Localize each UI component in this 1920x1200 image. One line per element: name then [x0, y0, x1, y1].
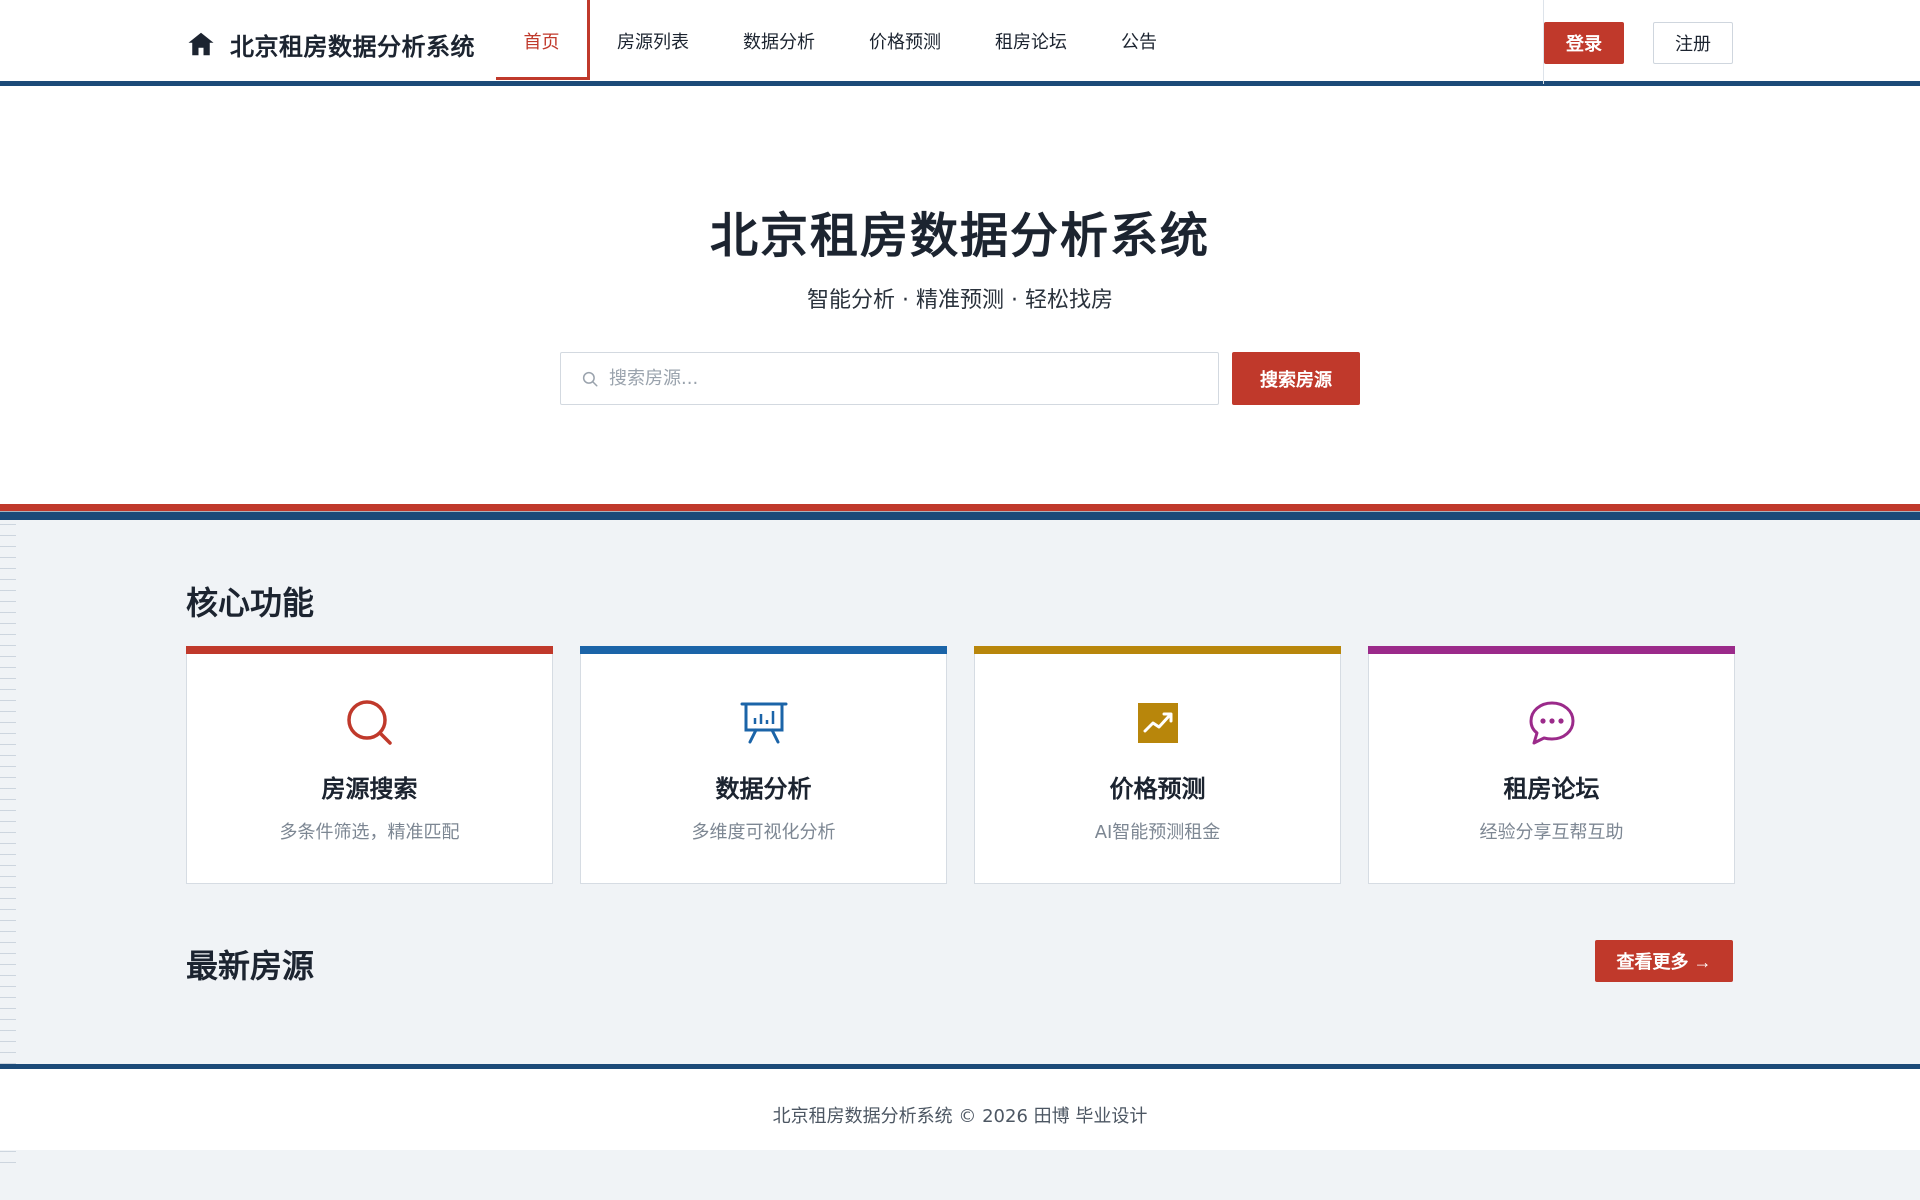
top-header: 北京租房数据分析系统 首页 房源列表 数据分析 价格预测 租房论坛 公告 登录 …: [0, 0, 1920, 86]
nav-notice[interactable]: 公告: [1094, 0, 1184, 81]
nav-listings[interactable]: 房源列表: [590, 0, 716, 81]
card-accent-bar: [1368, 646, 1735, 654]
nav-analysis[interactable]: 数据分析: [716, 0, 842, 81]
card-title: 房源搜索: [321, 775, 418, 803]
search-icon: [344, 697, 396, 749]
search-icon: [582, 371, 598, 386]
hero-subtitle: 智能分析 · 精准预测 · 轻松找房: [807, 288, 1113, 313]
register-button[interactable]: 注册: [1653, 22, 1733, 64]
card-title: 数据分析: [715, 775, 812, 803]
card-title: 租房论坛: [1503, 775, 1600, 803]
card-accent-bar: [974, 646, 1341, 654]
page-footer: 北京租房数据分析系统 © 2026 田博 毕业设计: [0, 1064, 1920, 1150]
feature-card-forum[interactable]: 租房论坛 经验分享互帮互助: [1368, 646, 1735, 884]
search-button[interactable]: 搜索房源: [1232, 352, 1360, 405]
feature-card-analysis[interactable]: 数据分析 多维度可视化分析: [580, 646, 947, 884]
card-desc: 多维度可视化分析: [691, 822, 836, 843]
card-accent-bar: [580, 646, 947, 654]
card-title: 价格预测: [1109, 775, 1206, 803]
latest-title: 最新房源: [186, 947, 315, 985]
feature-cards: 房源搜索 多条件筛选，精准匹配 数据分析 多维度可视化分析 价格预测 AI智能预…: [186, 646, 1735, 884]
hero-title: 北京租房数据分析系统: [709, 208, 1210, 264]
footer-text: 北京租房数据分析系统 © 2026 田博 毕业设计: [772, 1106, 1148, 1127]
hero-divider-stripe: [0, 504, 1920, 520]
chat-bubble-icon: [1526, 697, 1578, 749]
search-box[interactable]: [560, 352, 1219, 405]
hero-section: 北京租房数据分析系统 智能分析 · 精准预测 · 轻松找房 搜索房源: [0, 86, 1920, 504]
nav-prediction[interactable]: 价格预测: [842, 0, 968, 81]
card-accent-bar: [186, 646, 553, 654]
brand-title: 北京租房数据分析系统: [230, 32, 475, 61]
card-desc: AI智能预测租金: [1094, 822, 1221, 843]
login-button[interactable]: 登录: [1544, 22, 1624, 64]
nav-forum[interactable]: 租房论坛: [968, 0, 1094, 81]
feature-card-search[interactable]: 房源搜索 多条件筛选，精准匹配: [186, 646, 553, 884]
search-input[interactable]: [609, 368, 1209, 389]
trend-chart-icon: [1132, 697, 1184, 749]
presentation-chart-icon: [738, 697, 790, 749]
features-title: 核心功能: [186, 584, 315, 622]
view-more-button[interactable]: 查看更多 →: [1595, 940, 1733, 982]
home-icon: [188, 32, 214, 56]
main-nav: 首页 房源列表 数据分析 价格预测 租房论坛 公告: [496, 0, 1184, 81]
card-desc: 经验分享互帮互助: [1479, 822, 1624, 843]
feature-card-prediction[interactable]: 价格预测 AI智能预测租金: [974, 646, 1341, 884]
card-desc: 多条件筛选，精准匹配: [279, 822, 460, 843]
brand[interactable]: 北京租房数据分析系统: [186, 24, 475, 64]
nav-home[interactable]: 首页: [496, 0, 590, 80]
